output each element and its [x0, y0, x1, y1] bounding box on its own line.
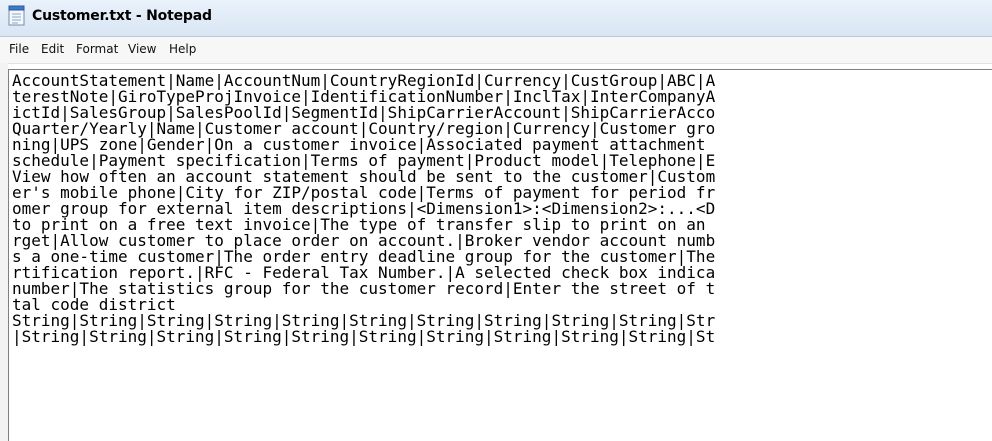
- notepad-icon: [8, 5, 25, 26]
- window-title: Customer.txt - Notepad: [32, 8, 212, 24]
- window-left-edge: [0, 63, 8, 441]
- menu-help[interactable]: Help: [169, 42, 196, 56]
- menu-format[interactable]: Format: [76, 42, 118, 56]
- menu-bar: File Edit Format View Help: [0, 37, 992, 64]
- text-editor-area[interactable]: AccountStatement|Name|AccountNum|Country…: [8, 69, 992, 441]
- menu-edit[interactable]: Edit: [41, 42, 64, 56]
- menu-file[interactable]: File: [9, 42, 29, 56]
- menu-view[interactable]: View: [128, 42, 156, 56]
- text-line: |String|String|String|String|String|Stri…: [12, 327, 716, 346]
- title-bar[interactable]: Customer.txt - Notepad: [0, 0, 992, 37]
- notepad-window: Customer.txt - Notepad File Edit Format …: [0, 0, 992, 441]
